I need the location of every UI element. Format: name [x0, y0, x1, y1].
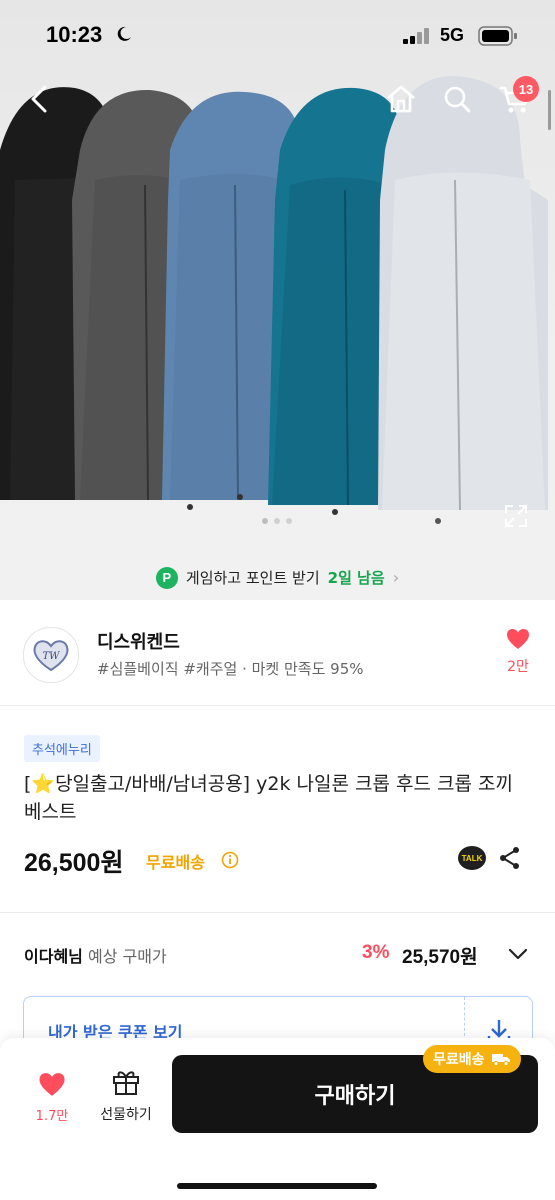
info-icon	[221, 851, 239, 869]
game-banner-text: 게임하고 포인트 받기	[185, 569, 320, 587]
home-button[interactable]	[382, 80, 420, 118]
signal-icon	[403, 28, 431, 48]
cart-count-badge: 13	[513, 76, 539, 102]
store-row[interactable]: TW 디스위켄드 #심플베이직 #캐주얼 · 마켓 만족도 95% 2만	[0, 600, 555, 706]
expand-button[interactable]	[503, 503, 529, 533]
status-time: 10:23	[46, 22, 103, 47]
back-button[interactable]	[20, 80, 58, 118]
battery-icon	[478, 26, 518, 50]
section-divider	[0, 912, 555, 913]
member-price-row[interactable]: 이다혜님 예상 구매가	[24, 943, 167, 967]
product-like-count: 1.7만	[35, 1109, 69, 1124]
home-icon	[387, 85, 415, 113]
expand-icon	[505, 505, 527, 527]
product-title: [⭐당일출고/바배/남녀공용] y2k 나일론 크롭 후드 크롭 조끼 베스트	[24, 773, 513, 823]
search-icon	[444, 86, 471, 113]
game-points-banner[interactable]: P 게임하고 포인트 받기 2일 남음 ›	[0, 555, 555, 600]
game-banner-remaining: 2일 남음	[327, 569, 385, 587]
carousel-dots	[262, 518, 292, 524]
search-button[interactable]	[438, 80, 476, 118]
svg-text:TW: TW	[43, 651, 61, 662]
kakao-talk-button[interactable]: TALK	[458, 846, 486, 870]
product-like-button[interactable]: 1.7만	[30, 1072, 74, 1124]
heart-icon	[507, 629, 529, 649]
status-bar: 10:23 5G	[0, 0, 555, 60]
store-like-count: 2만	[507, 659, 529, 675]
chevron-down-icon	[508, 948, 528, 960]
shipping-info-button[interactable]	[221, 851, 239, 873]
gift-button[interactable]: 선물하기	[92, 1068, 160, 1124]
network-label: 5G	[440, 25, 465, 45]
home-indicator	[177, 1183, 377, 1189]
points-icon: P	[155, 566, 178, 589]
scroll-indicator	[548, 90, 551, 130]
store-logo[interactable]: TW	[23, 627, 79, 683]
promo-chip: 추석에누리	[24, 735, 100, 762]
product-image-carousel[interactable]: 10:23 5G 13 P 게임하고 포인트 받기 2일 남음 ›	[0, 0, 555, 600]
member-name: 이다혜님	[24, 947, 83, 966]
discount-rate: 3%	[362, 942, 390, 963]
member-price-label: 예상 구매가	[87, 947, 167, 966]
bottom-action-bar: 1.7만 선물하기 구매하기 무료배송	[0, 1038, 555, 1200]
chevron-right-icon: ›	[392, 568, 400, 587]
free-shipping-label: 무료배송	[146, 853, 205, 872]
free-shipping-badge-label: 무료배송	[433, 1052, 485, 1068]
expected-price: 25,570원	[402, 947, 478, 968]
back-icon	[31, 85, 47, 113]
share-button[interactable]	[498, 846, 522, 874]
gift-label: 선물하기	[100, 1107, 152, 1123]
heart-icon	[39, 1073, 65, 1096]
share-icon	[500, 847, 519, 869]
store-tags: #심플베이직 #캐주얼 · 마켓 만족도 95%	[97, 660, 364, 678]
moon-icon	[115, 25, 133, 47]
expand-price-button[interactable]	[508, 946, 528, 965]
product-price: 26,500원	[24, 849, 124, 877]
store-like-button[interactable]: 2만	[500, 628, 536, 676]
free-shipping-badge: 무료배송	[423, 1045, 521, 1073]
store-name[interactable]: 디스위켄드	[97, 628, 180, 654]
truck-icon	[491, 1054, 510, 1066]
gift-icon	[113, 1071, 139, 1095]
